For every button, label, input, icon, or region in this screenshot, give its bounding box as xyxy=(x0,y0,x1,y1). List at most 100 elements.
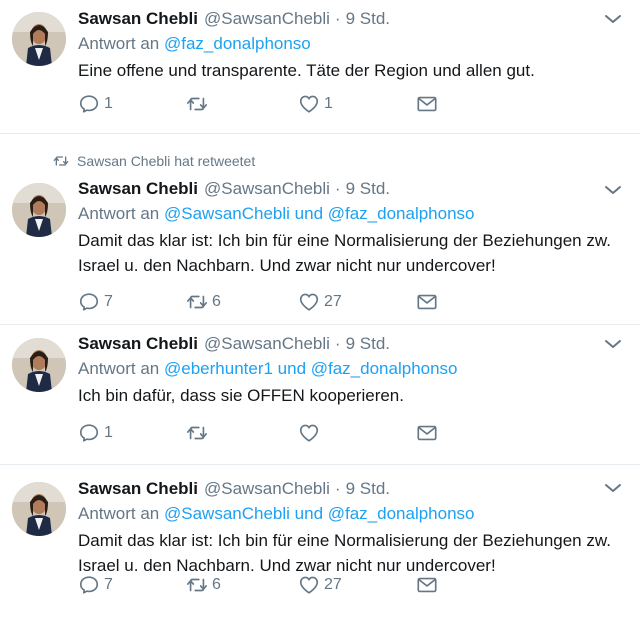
separator-dot: · xyxy=(334,479,341,498)
envelope-icon xyxy=(417,294,437,310)
tweet-text: Eine offene und transparente. Täte der R… xyxy=(78,61,535,80)
chevron-down-icon[interactable] xyxy=(604,13,622,25)
chevron-down-icon[interactable] xyxy=(604,482,622,494)
reply-count: 1 xyxy=(104,424,113,441)
direct-message-button[interactable] xyxy=(416,573,438,597)
direct-message-button[interactable] xyxy=(416,421,438,445)
reply-button[interactable]: 1 xyxy=(78,92,113,116)
avatar[interactable] xyxy=(12,482,66,536)
tweet-body: Sawsan Chebli @SawsanChebli · 9 Std. Ant… xyxy=(78,478,620,578)
user-handle[interactable]: @SawsanChebli xyxy=(204,8,330,30)
separator-dot: · xyxy=(334,334,341,353)
envelope-icon xyxy=(417,96,437,112)
retweeted-by-label[interactable]: Sawsan Chebli hat retweetet xyxy=(77,153,255,169)
reply-icon xyxy=(79,293,99,311)
tweet-header: Sawsan Chebli @SawsanChebli · 9 Std. xyxy=(78,178,620,200)
tweet[interactable]: Sawsan Chebli @SawsanChebli · 9 Std. Ant… xyxy=(0,0,640,134)
reply-context: Antwort an @SawsanChebli und @faz_donalp… xyxy=(78,202,620,226)
user-handle[interactable]: @SawsanChebli xyxy=(204,333,330,355)
retweet-button[interactable]: 6 xyxy=(186,290,221,314)
reply-count: 7 xyxy=(104,293,113,310)
retweet-button[interactable] xyxy=(186,92,212,116)
display-name[interactable]: Sawsan Chebli xyxy=(78,178,198,200)
user-handle[interactable]: @SawsanChebli xyxy=(204,478,330,500)
avatar[interactable] xyxy=(12,183,66,237)
reply-prefix: Antwort an xyxy=(78,204,160,223)
reply-mention-link[interactable]: @SawsanChebli und @faz_donalphonso xyxy=(164,204,475,223)
tweet-body: Sawsan Chebli @SawsanChebli · 9 Std. Ant… xyxy=(78,333,620,408)
tweet[interactable]: Sawsan Chebli @SawsanChebli · 9 Std. Ant… xyxy=(0,465,640,617)
retweet-icon xyxy=(187,426,207,440)
reply-prefix: Antwort an xyxy=(78,34,160,53)
reply-button[interactable]: 7 xyxy=(78,290,113,314)
timestamp[interactable]: 9 Std. xyxy=(346,178,390,200)
reply-context: Antwort an @eberhunter1 und @faz_donalph… xyxy=(78,357,620,381)
retweet-icon xyxy=(187,578,207,592)
like-count: 27 xyxy=(324,576,342,593)
retweet-count: 6 xyxy=(212,293,221,310)
tweet-body: Sawsan Chebli @SawsanChebli · 9 Std. Ant… xyxy=(78,8,620,83)
timeline: Sawsan Chebli @SawsanChebli · 9 Std. Ant… xyxy=(0,0,640,617)
envelope-icon xyxy=(417,577,437,593)
reply-icon xyxy=(79,576,99,594)
like-button[interactable]: 1 xyxy=(298,92,333,116)
reply-mention-link[interactable]: @faz_donalphonso xyxy=(164,34,311,53)
tweet-text: Damit das klar ist: Ich bin für eine Nor… xyxy=(78,531,611,575)
chevron-down-icon[interactable] xyxy=(604,338,622,350)
avatar-photo xyxy=(12,183,66,237)
retweet-count: 6 xyxy=(212,576,221,593)
reply-icon xyxy=(79,95,99,113)
tweet-header: Sawsan Chebli @SawsanChebli · 9 Std. xyxy=(78,333,620,355)
retweet-context: Sawsan Chebli hat retweetet xyxy=(53,153,255,169)
like-count: 27 xyxy=(324,293,342,310)
tweet-actions: 1 xyxy=(78,421,458,445)
separator-dot: · xyxy=(334,9,341,28)
reply-count: 1 xyxy=(104,95,113,112)
retweet-icon xyxy=(187,295,207,309)
user-handle[interactable]: @SawsanChebli xyxy=(204,178,330,200)
heart-icon xyxy=(299,293,319,311)
tweet-header: Sawsan Chebli @SawsanChebli · 9 Std. xyxy=(78,478,620,500)
like-count: 1 xyxy=(324,95,333,112)
avatar[interactable] xyxy=(12,12,66,66)
tweet-body-retweeted: Sawsan Chebli @SawsanChebli · 9 Std. Ant… xyxy=(78,178,620,278)
timestamp[interactable]: 9 Std. xyxy=(346,8,390,30)
tweet[interactable]: Sawsan Chebli hat retweetet Sawsan Chebl… xyxy=(0,134,640,325)
reply-button[interactable]: 7 xyxy=(78,573,113,597)
retweet-icon xyxy=(53,156,69,166)
avatar[interactable] xyxy=(12,338,66,392)
reply-button[interactable]: 1 xyxy=(78,421,113,445)
reply-count: 7 xyxy=(104,576,113,593)
avatar-photo xyxy=(12,338,66,392)
retweet-button[interactable] xyxy=(186,421,212,445)
separator-dot: · xyxy=(334,179,341,198)
tweet-actions: 7 6 27 xyxy=(78,290,458,314)
timestamp[interactable]: 9 Std. xyxy=(346,478,390,500)
retweet-button[interactable]: 6 xyxy=(186,573,221,597)
reply-icon xyxy=(79,424,99,442)
like-button[interactable]: 27 xyxy=(298,573,342,597)
chevron-down-icon[interactable] xyxy=(604,184,622,196)
reply-prefix: Antwort an xyxy=(78,504,160,523)
heart-icon xyxy=(299,95,319,113)
display-name[interactable]: Sawsan Chebli xyxy=(78,478,198,500)
reply-context: Antwort an @SawsanChebli und @faz_donalp… xyxy=(78,502,620,526)
timestamp[interactable]: 9 Std. xyxy=(346,333,390,355)
like-button[interactable] xyxy=(298,421,324,445)
like-button[interactable]: 27 xyxy=(298,290,342,314)
envelope-icon xyxy=(417,425,437,441)
heart-icon xyxy=(299,424,319,442)
direct-message-button[interactable] xyxy=(416,290,438,314)
direct-message-button[interactable] xyxy=(416,92,438,116)
reply-mention-link[interactable]: @eberhunter1 und @faz_donalphonso xyxy=(164,359,458,378)
display-name[interactable]: Sawsan Chebli xyxy=(78,333,198,355)
retweet-icon xyxy=(187,97,207,111)
tweet-text: Damit das klar ist: Ich bin für eine Nor… xyxy=(78,231,611,275)
tweet-text: Ich bin dafür, dass sie OFFEN kooperiere… xyxy=(78,386,404,405)
tweet[interactable]: Sawsan Chebli @SawsanChebli · 9 Std. Ant… xyxy=(0,325,640,465)
display-name[interactable]: Sawsan Chebli xyxy=(78,8,198,30)
reply-context: Antwort an @faz_donalphonso xyxy=(78,32,620,56)
tweet-actions: 7 6 27 xyxy=(78,573,458,597)
avatar-photo xyxy=(12,12,66,66)
reply-mention-link[interactable]: @SawsanChebli und @faz_donalphonso xyxy=(164,504,475,523)
